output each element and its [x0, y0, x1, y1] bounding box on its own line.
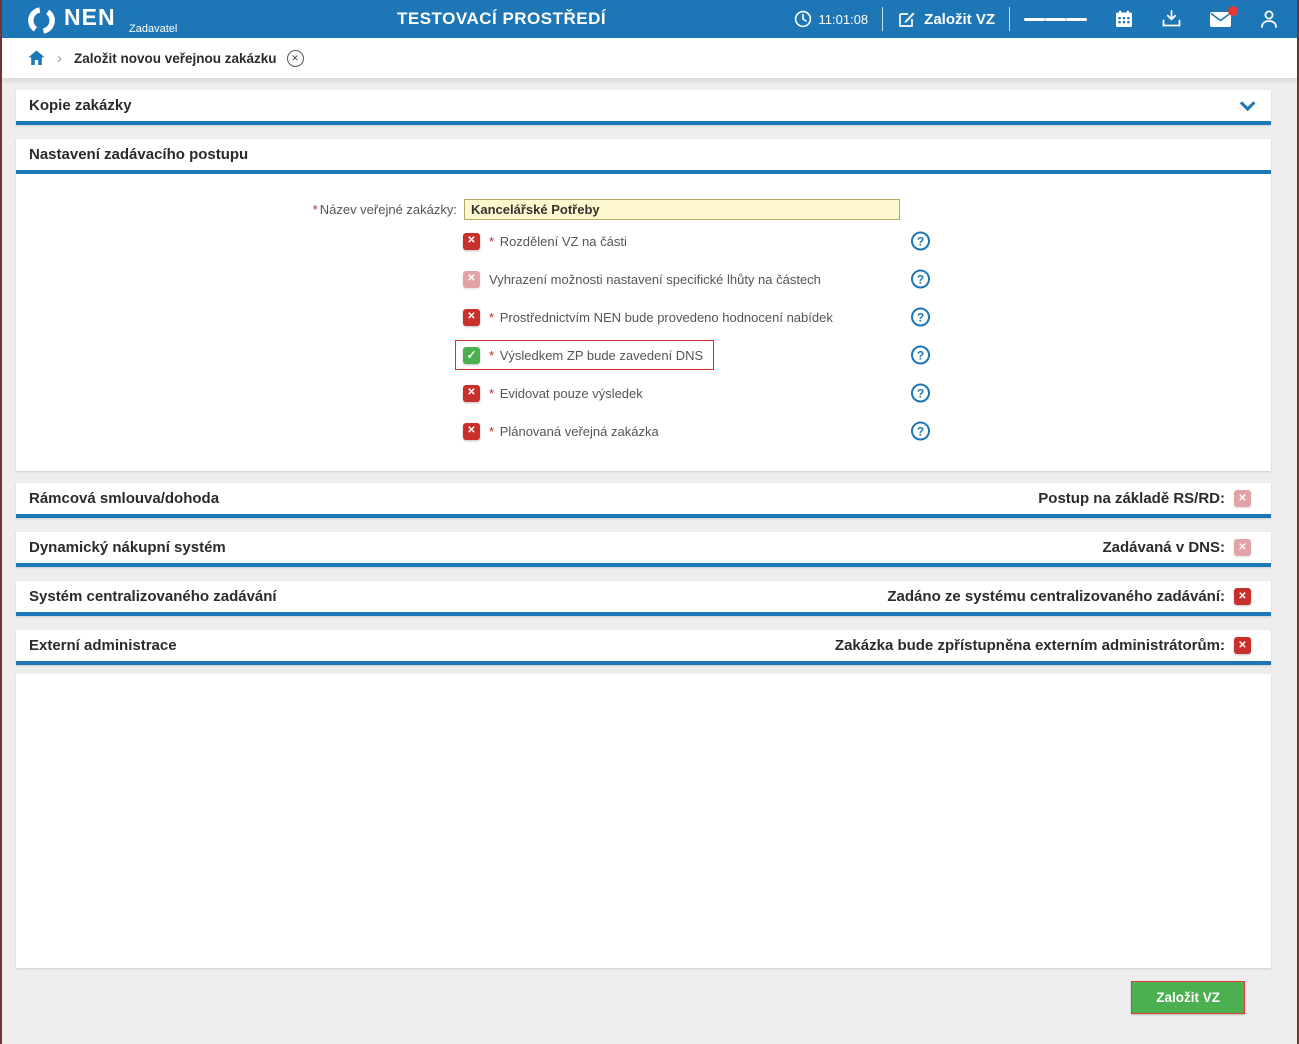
checkbox-row-hodnoceni-nabidek: * Prostřednictvím NEN bude provedeno hod… [16, 298, 1271, 336]
checkbox-label: * Evidovat pouze výsledek [489, 386, 643, 401]
checkbox-label: * Prostřednictvím NEN bude provedeno hod… [489, 310, 833, 325]
create-vz-shortcut[interactable]: Založit VZ [897, 10, 995, 29]
checkbox-disabled-icon [1234, 539, 1251, 556]
user-profile-icon[interactable] [1259, 9, 1279, 29]
breadcrumb: › Založit novou veřejnou zakázku ✕ [2, 38, 1297, 78]
environment-title: TESTOVACÍ PROSTŘEDÍ [397, 9, 606, 29]
help-icon[interactable]: ? [911, 232, 930, 251]
brand-name: NEN [64, 2, 116, 32]
checkbox-row-vyhrazeni-lhuty: Vyhrazení možnosti nastavení specifické … [16, 260, 1271, 298]
section-kopie-zakazky: Kopie zakázky [16, 90, 1271, 125]
nen-brand[interactable]: NEN Zadavatel [26, 2, 116, 36]
calendar-icon[interactable] [1114, 9, 1134, 29]
checkbox-unchecked-icon[interactable] [463, 385, 480, 402]
brand-role: Zadavatel [129, 23, 177, 35]
footer-bar: Založit VZ [16, 968, 1271, 1014]
menu-icon[interactable] [1024, 15, 1087, 24]
right-state-label: Zadáno ze systému centralizovaného zadáv… [887, 588, 1225, 605]
breadcrumb-separator: › [57, 50, 62, 67]
checkbox-unchecked-icon[interactable] [463, 309, 480, 326]
checkbox-unchecked-icon[interactable] [1234, 588, 1251, 605]
help-icon[interactable]: ? [911, 308, 930, 327]
help-icon[interactable]: ? [911, 422, 930, 441]
right-state-label: Postup na základě RS/RD: [1038, 490, 1225, 507]
checkbox-unchecked-icon[interactable] [1234, 637, 1251, 654]
checkbox-row-zavedeni-dns: * Výsledkem ZP bude zavedení DNS ? [16, 336, 1271, 374]
clock-icon [794, 10, 812, 28]
section-title: Dynamický nákupní systém [29, 539, 226, 556]
checkbox-label: * Rozdělení VZ na části [489, 234, 627, 249]
section-nastaveni-zadavaciho-postupu: Nastavení zadávacího postupu *Název veře… [16, 139, 1271, 471]
nazev-vz-row: *Název veřejné zakázky: [16, 196, 1271, 222]
header-separator [882, 7, 883, 31]
section-title: Systém centralizovaného zadávání [29, 588, 277, 605]
top-header-bar: NEN Zadavatel TESTOVACÍ PROSTŘEDÍ 11:01:… [2, 0, 1297, 38]
zalozit-vz-button[interactable]: Založit VZ [1131, 981, 1245, 1014]
checkbox-disabled-icon [463, 271, 480, 288]
section-ramcova-smlouva: Rámcová smlouva/dohoda Postup na základě… [16, 483, 1271, 518]
mail-icon[interactable] [1209, 11, 1232, 28]
section-title: Nastavení zadávacího postupu [29, 146, 248, 163]
nazev-vz-input[interactable] [464, 199, 900, 220]
section-dynamicky-nakupni-system: Dynamický nákupní systém Zadávaná v DNS: [16, 532, 1271, 567]
section-title: Externí administrace [29, 637, 177, 654]
highlighted-checkbox-wrapper: * Výsledkem ZP bude zavedení DNS [455, 340, 714, 370]
chevron-down-icon[interactable] [1240, 96, 1256, 112]
right-state-label: Zadávaná v DNS: [1102, 539, 1225, 556]
nazev-vz-label: *Název veřejné zakázky: [16, 202, 457, 217]
empty-content-panel [16, 674, 1271, 968]
checkbox-row-evidovat-vysledek: * Evidovat pouze výsledek ? [16, 374, 1271, 412]
nen-logo-icon [26, 5, 57, 36]
checkbox-row-rozdeleni-vz: * Rozdělení VZ na části ? [16, 222, 1271, 260]
create-vz-label[interactable]: Založit VZ [924, 11, 995, 28]
current-time: 11:01:08 [819, 12, 869, 27]
header-separator [1009, 7, 1010, 31]
breadcrumb-page-title: Založit novou veřejnou zakázku [74, 51, 277, 66]
close-tab-icon[interactable]: ✕ [287, 50, 304, 67]
compose-icon [897, 10, 916, 29]
checkbox-unchecked-icon[interactable] [463, 423, 480, 440]
clock-group: 11:01:08 [794, 10, 869, 28]
main-content: Kopie zakázky Nastavení zadávacího postu… [2, 78, 1297, 1014]
checkbox-unchecked-icon[interactable] [463, 233, 480, 250]
section-centralizovane-zadavani: Systém centralizovaného zadávání Zadáno … [16, 581, 1271, 616]
checkbox-label: Vyhrazení možnosti nastavení specifické … [489, 272, 821, 287]
help-icon[interactable]: ? [911, 346, 930, 365]
right-state-label: Zakázka bude zpřístupněna externím admin… [835, 637, 1225, 654]
checkbox-checked-icon[interactable] [463, 347, 480, 364]
mail-notification-badge [1228, 6, 1238, 16]
help-icon[interactable]: ? [911, 384, 930, 403]
checkbox-row-planovana-vz: * Plánovaná veřejná zakázka ? [16, 412, 1271, 450]
section-title: Rámcová smlouva/dohoda [29, 490, 219, 507]
inbox-download-icon[interactable] [1161, 9, 1182, 29]
help-icon[interactable]: ? [911, 270, 930, 289]
section-title: Kopie zakázky [29, 97, 132, 114]
section-externi-administrace: Externí administrace Zakázka bude zpříst… [16, 630, 1271, 665]
home-icon[interactable] [28, 50, 45, 66]
checkbox-label: * Výsledkem ZP bude zavedení DNS [489, 348, 703, 363]
checkbox-disabled-icon [1234, 490, 1251, 507]
checkbox-label: * Plánovaná veřejná zakázka [489, 424, 659, 439]
